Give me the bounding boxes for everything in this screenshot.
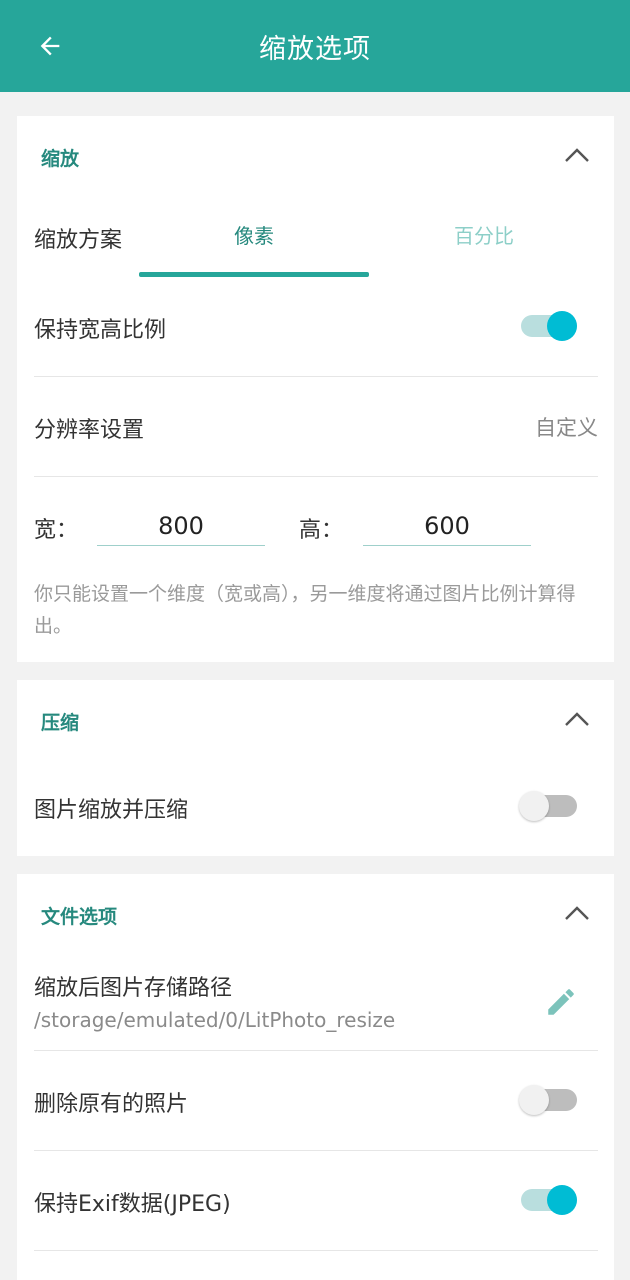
resolution-row[interactable]: 分辨率设置 自定义 bbox=[34, 412, 598, 446]
back-button[interactable] bbox=[30, 26, 70, 66]
resolution-label: 分辨率设置 bbox=[34, 418, 145, 443]
compress-card: 压缩 图片缩放并压缩 bbox=[17, 680, 614, 856]
save-path-label: 缩放后图片存储路径 bbox=[34, 976, 233, 1001]
tab-percent[interactable]: 百分比 bbox=[369, 220, 599, 249]
keep-ratio-label: 保持宽高比例 bbox=[34, 318, 167, 343]
collapse-button[interactable] bbox=[562, 898, 592, 928]
width-input[interactable]: 800 bbox=[97, 506, 265, 546]
section-title-scale: 缩放 bbox=[41, 148, 80, 170]
file-options-card-header[interactable]: 文件选项 bbox=[17, 874, 614, 954]
scale-scheme-label: 缩放方案 bbox=[34, 228, 123, 253]
toggle-thumb bbox=[519, 791, 549, 821]
collapse-button[interactable] bbox=[562, 704, 592, 734]
file-options-card: 文件选项 缩放后图片存储路径 /storage/emulated/0/LitPh… bbox=[17, 874, 614, 1280]
edit-path-button[interactable] bbox=[541, 982, 581, 1022]
width-label: 宽： bbox=[34, 518, 79, 543]
dimension-hint: 你只能设置一个维度（宽或高），另一维度将通过图片比例计算得出。 bbox=[34, 583, 576, 637]
scale-card: 缩放 缩放方案 像素 百分比 保持宽高比例 分辨率设置 自定义 宽： 800 高… bbox=[17, 116, 614, 662]
divider bbox=[34, 376, 598, 377]
pencil-icon bbox=[548, 989, 574, 1015]
height-label: 高： bbox=[299, 518, 344, 543]
collapse-button[interactable] bbox=[562, 140, 592, 170]
scale-and-compress-label: 图片缩放并压缩 bbox=[34, 798, 189, 823]
divider bbox=[34, 1250, 598, 1251]
keep-ratio-toggle[interactable] bbox=[517, 306, 581, 346]
chevron-up-icon bbox=[565, 906, 589, 920]
divider bbox=[34, 476, 598, 477]
keep-exif-toggle[interactable] bbox=[517, 1180, 581, 1220]
divider bbox=[34, 1050, 598, 1051]
scale-card-header[interactable]: 缩放 bbox=[17, 116, 614, 196]
scale-and-compress-toggle[interactable] bbox=[517, 786, 581, 826]
height-input[interactable]: 600 bbox=[363, 506, 531, 546]
keep-exif-label: 保持Exif数据(JPEG) bbox=[34, 1192, 231, 1217]
section-title-compress: 压缩 bbox=[41, 712, 80, 734]
tab-pixels[interactable]: 像素 bbox=[139, 220, 369, 249]
toggle-thumb bbox=[547, 311, 577, 341]
toggle-thumb bbox=[519, 1085, 549, 1115]
toggle-thumb bbox=[547, 1185, 577, 1215]
app-bar: 缩放选项 bbox=[0, 0, 630, 92]
page-title: 缩放选项 bbox=[259, 33, 371, 65]
resolution-value: 自定义 bbox=[535, 416, 598, 440]
compress-card-header[interactable]: 压缩 bbox=[17, 680, 614, 760]
arrow-left-icon bbox=[40, 36, 60, 56]
divider bbox=[34, 1150, 598, 1151]
chevron-up-icon bbox=[565, 148, 589, 162]
save-path-value: /storage/emulated/0/LitPhoto_resize bbox=[34, 1008, 396, 1032]
delete-original-label: 删除原有的照片 bbox=[34, 1092, 189, 1117]
tab-indicator bbox=[139, 272, 369, 277]
section-title-file-options: 文件选项 bbox=[41, 906, 118, 928]
delete-original-toggle[interactable] bbox=[517, 1080, 581, 1120]
chevron-up-icon bbox=[565, 712, 589, 726]
